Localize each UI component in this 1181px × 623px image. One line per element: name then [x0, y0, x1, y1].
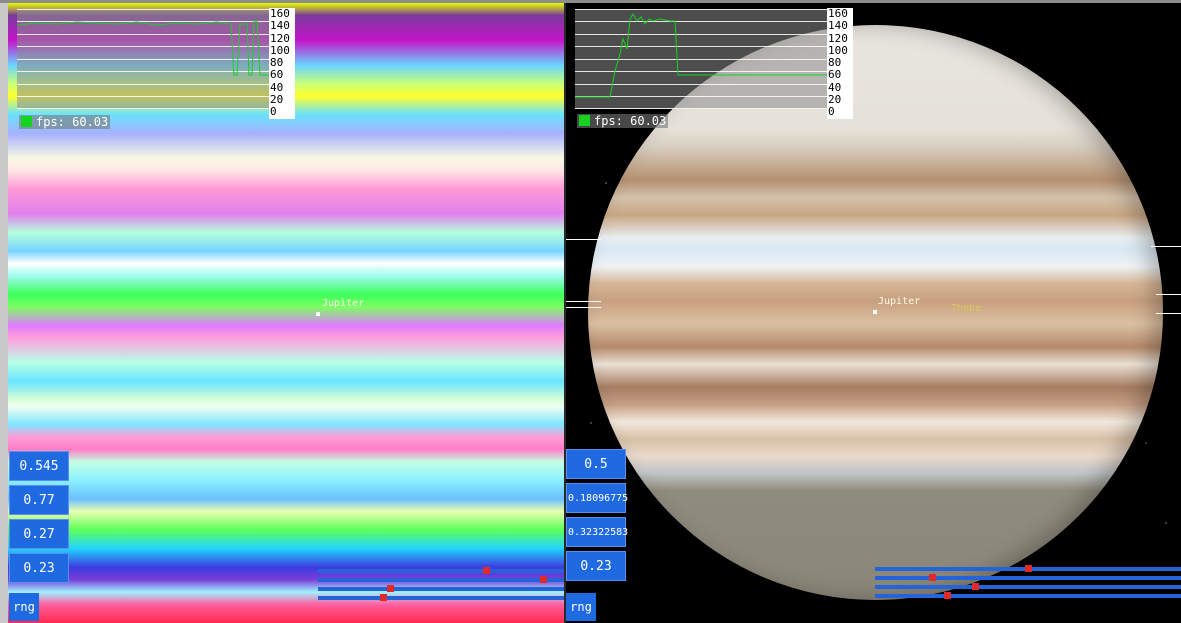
orbit-line	[1151, 246, 1181, 247]
tick-label: 140	[270, 19, 290, 33]
slider-knob[interactable]	[972, 583, 979, 590]
orbit-line	[566, 307, 601, 308]
value-button-4[interactable]: 0.23	[9, 553, 69, 583]
rng-button[interactable]: rng	[566, 593, 596, 621]
fps-axis-ticks: 160 140 120 100 80 60 40 20 0	[827, 7, 853, 119]
fps-axis-ticks: 160 140 120 100 80 60 40 20 0	[269, 7, 295, 119]
fps-graph	[17, 9, 269, 109]
value-button-2[interactable]: 0.18096775	[566, 483, 628, 513]
tick-label: 0	[828, 105, 835, 119]
rng-button[interactable]: rng	[9, 593, 39, 621]
fps-graph	[575, 9, 827, 109]
slider-knob[interactable]	[387, 585, 394, 592]
tick-label: 60	[270, 68, 284, 82]
fps-readout: fps: 60.03	[19, 115, 111, 129]
fps-color-swatch	[579, 115, 590, 126]
background-window-edge	[0, 3, 8, 623]
slider-knob[interactable]	[929, 574, 936, 581]
value-button-3[interactable]: 0.32322583	[566, 517, 628, 547]
fps-line	[17, 20, 269, 76]
slider-knob[interactable]	[380, 594, 387, 601]
slider-1[interactable]	[875, 565, 1181, 572]
planet-label[interactable]: Jupiter	[322, 298, 364, 309]
fps-readout: fps: 60.03	[577, 114, 669, 128]
fps-text: fps: 60.03	[594, 114, 667, 128]
value-button-2[interactable]: 0.77	[9, 485, 69, 515]
planet-marker	[316, 312, 320, 316]
left-viewport[interactable]: 160 140 120 100 80 60 40 20 0 fps: 60.03…	[8, 3, 564, 623]
slider-3[interactable]	[318, 585, 564, 592]
value-button-1[interactable]: 0.545	[9, 451, 69, 481]
tick-label: 140	[828, 19, 848, 33]
slider-2[interactable]	[318, 576, 564, 583]
fps-color-swatch	[21, 116, 32, 127]
slider-knob[interactable]	[1025, 565, 1032, 572]
planet-label[interactable]: Jupiter	[878, 296, 920, 307]
orbit-line	[566, 301, 601, 302]
right-viewport[interactable]: 160 140 120 100 80 60 40 20 0 fps: 60.03…	[566, 3, 1181, 623]
tick-label: 0	[270, 105, 277, 119]
value-button-1[interactable]: 0.5	[566, 449, 626, 479]
slider-3[interactable]	[875, 583, 1181, 590]
orbit-line	[1156, 294, 1181, 295]
slider-2[interactable]	[875, 574, 1181, 581]
fps-text: fps: 60.03	[36, 115, 109, 129]
slider-knob[interactable]	[944, 592, 951, 599]
value-button-4[interactable]: 0.23	[566, 551, 626, 581]
orbit-line	[1156, 313, 1181, 314]
slider-4[interactable]	[875, 592, 1181, 599]
moon-label[interactable]: Thebe	[951, 303, 981, 314]
slider-4[interactable]	[318, 594, 564, 601]
orbit-line	[566, 239, 601, 240]
tick-label: 60	[828, 68, 842, 82]
planet-marker	[873, 310, 877, 314]
slider-knob[interactable]	[483, 567, 490, 574]
fps-line	[575, 13, 827, 98]
value-button-3[interactable]: 0.27	[9, 519, 69, 549]
slider-knob[interactable]	[540, 576, 547, 583]
slider-1[interactable]	[318, 567, 564, 574]
